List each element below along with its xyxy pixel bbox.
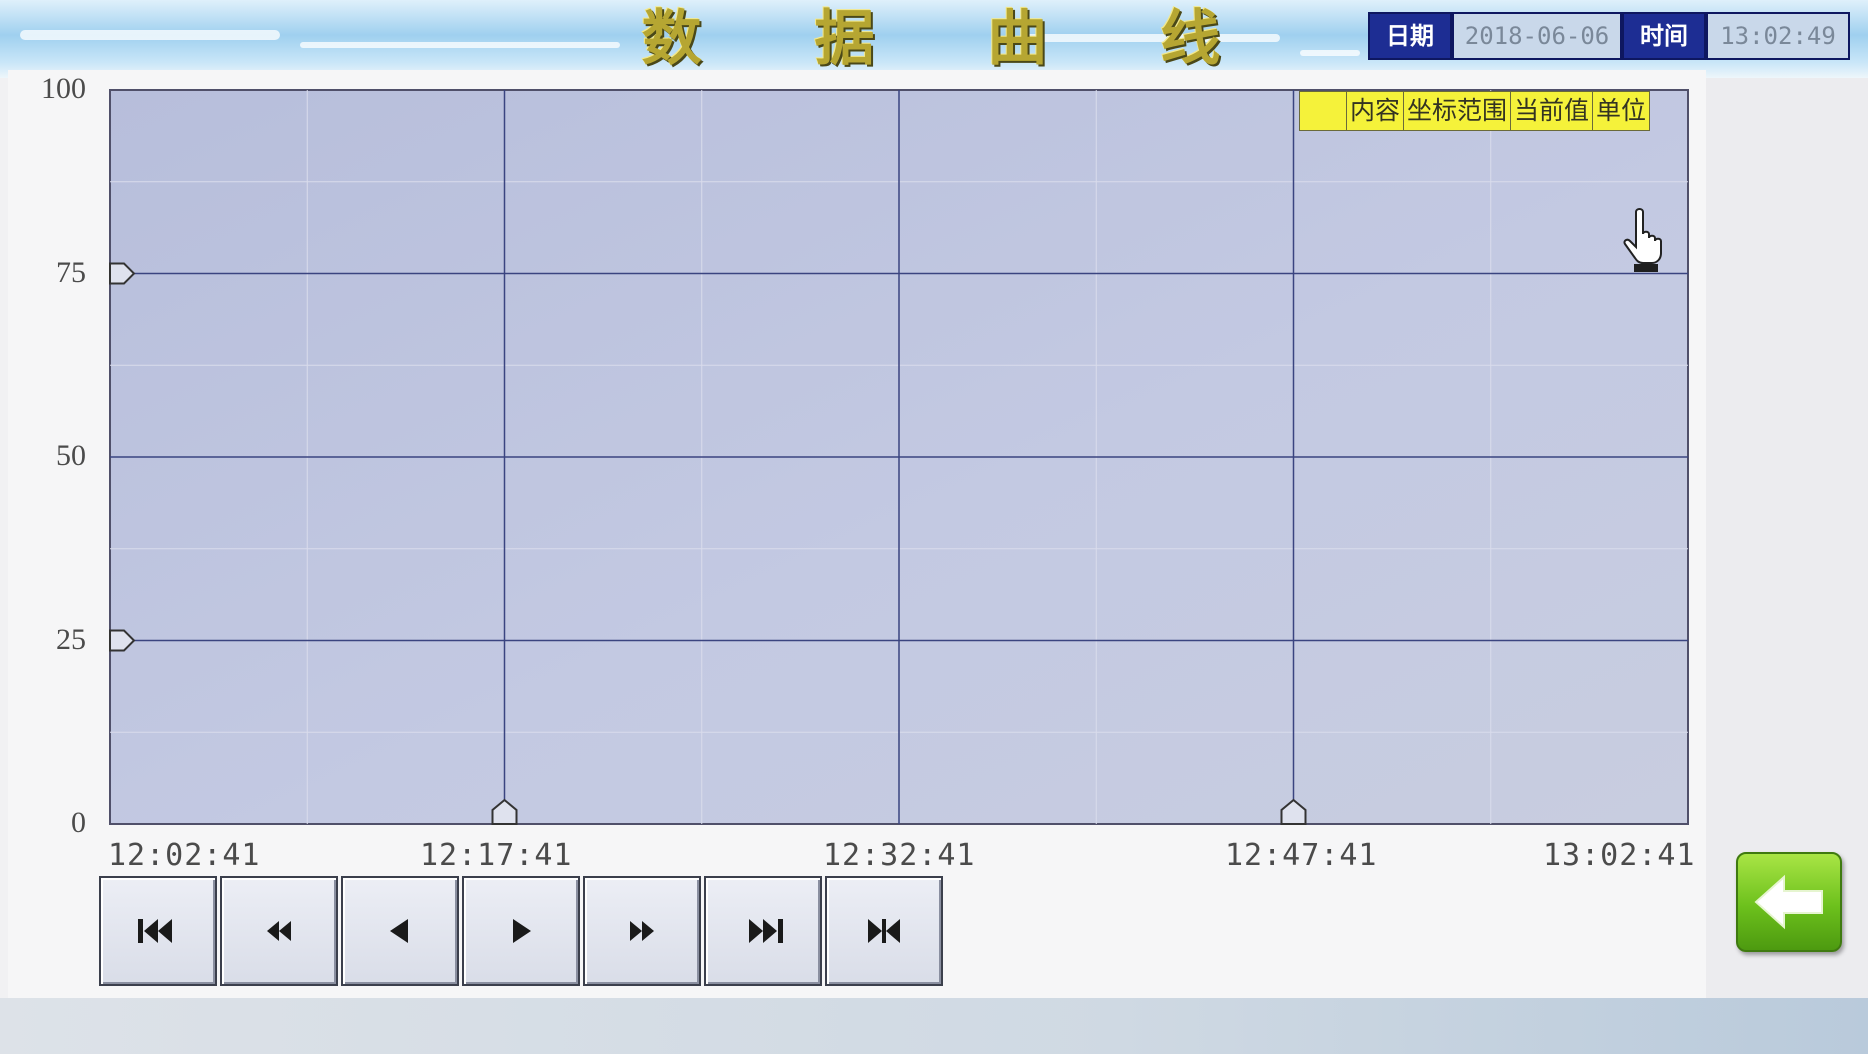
y-tick-label: 75: [56, 255, 86, 289]
legend-content-header: 内容: [1346, 92, 1403, 130]
step-forward-button[interactable]: [462, 876, 580, 986]
y-tick-label: 0: [71, 806, 86, 839]
skip-to-end-button[interactable]: [704, 876, 822, 986]
x-tick-label: 12:47:41: [1225, 838, 1378, 873]
fast-rewind-icon: [267, 921, 291, 941]
step-forward-icon: [513, 919, 531, 943]
skip-to-start-icon: [138, 919, 172, 943]
legend-table: 内容 坐标范围 当前值 单位: [1299, 91, 1651, 131]
step-back-icon: [390, 919, 408, 943]
x-tick-label: 13:02:41: [1543, 838, 1696, 873]
legend-range-header: 坐标范围: [1403, 92, 1510, 130]
back-button[interactable]: [1736, 852, 1842, 952]
y-tick-label: 25: [56, 622, 86, 656]
y-tick-label: 100: [41, 72, 86, 105]
navigation-bar: [99, 876, 946, 986]
x-tick-label: 12:02:41: [108, 838, 261, 873]
x-tick-label: 12:17:41: [420, 838, 573, 873]
y-tick-label: 50: [56, 439, 86, 472]
legend-unit-header: 单位: [1592, 92, 1649, 130]
legend-current-header: 当前值: [1510, 92, 1592, 130]
fast-forward-button[interactable]: [583, 876, 701, 986]
hand-cursor-icon: [1623, 208, 1662, 272]
x-tick-label: 12:32:41: [823, 838, 976, 873]
fast-rewind-button[interactable]: [220, 876, 338, 986]
skip-to-start-button[interactable]: [99, 876, 217, 986]
fast-forward-icon: [630, 921, 654, 941]
back-arrow-icon: [1754, 874, 1823, 930]
skip-to-end-icon: [749, 919, 783, 943]
jump-to-latest-button[interactable]: [825, 876, 943, 986]
step-back-button[interactable]: [341, 876, 459, 986]
legend-swatch-cell: [1300, 92, 1346, 130]
jump-to-latest-icon: [868, 919, 900, 943]
